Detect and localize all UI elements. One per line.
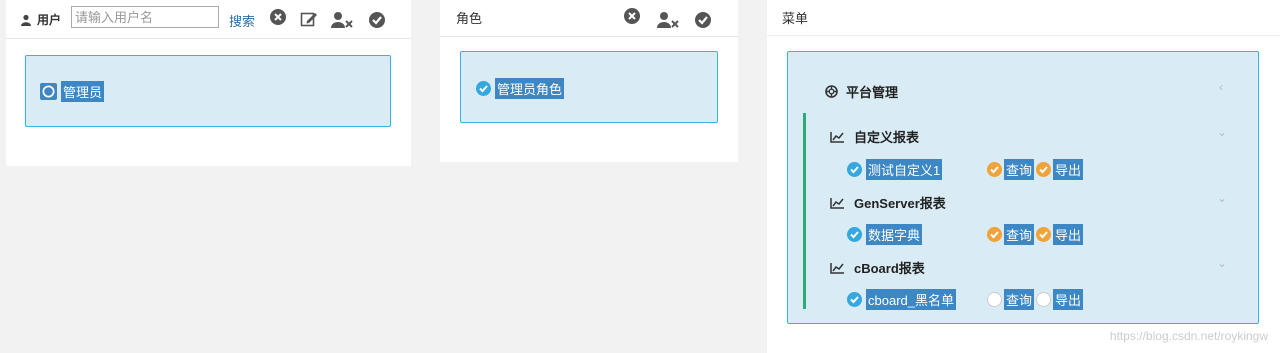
tree-group[interactable]: 自定义报表 xyxy=(830,127,919,146)
permission-group: 查询 导出 xyxy=(987,159,1084,180)
role-panel-title: 角色 xyxy=(456,11,483,26)
radio-selected-icon[interactable] xyxy=(40,83,57,100)
user-name: 管理员 xyxy=(61,81,105,102)
user-item[interactable]: 管理员 xyxy=(40,81,105,102)
chevron-left-icon[interactable]: ‹ xyxy=(1219,80,1223,94)
check-icon[interactable] xyxy=(476,81,491,96)
menu-panel-title: 菜单 xyxy=(782,11,809,26)
menu-item-label: cboard_黑名单 xyxy=(866,289,956,310)
check-icon[interactable] xyxy=(1036,162,1052,177)
chevron-down-icon[interactable]: ⌄ xyxy=(1217,191,1227,205)
tree-connector-line xyxy=(803,113,806,309)
menu-item[interactable]: cboard_黑名单 xyxy=(847,289,956,310)
delete-user-icon[interactable] xyxy=(657,11,679,29)
permission-label: 查询 xyxy=(1004,159,1035,180)
menu-item[interactable]: 数据字典 xyxy=(847,224,923,245)
lifebuoy-icon xyxy=(825,85,838,98)
tree-root-label: 平台管理 xyxy=(846,85,899,100)
confirm-icon[interactable] xyxy=(368,11,386,29)
line-chart-icon xyxy=(830,197,844,209)
user-label-text: 用户 xyxy=(37,13,62,27)
permission-group: 查询 导出 xyxy=(987,289,1084,310)
unchecked-circle-icon[interactable] xyxy=(987,292,1002,307)
confirm-icon[interactable] xyxy=(694,11,712,29)
permission-label: 查询 xyxy=(1004,289,1035,310)
search-input[interactable] xyxy=(71,6,219,28)
delete-user-icon[interactable] xyxy=(331,11,353,29)
role-panel: 角色 管理员角色 xyxy=(440,0,738,162)
permission-label: 导出 xyxy=(1053,159,1084,180)
remove-icon[interactable] xyxy=(269,8,287,26)
remove-icon[interactable] xyxy=(623,7,641,25)
menu-tree-box: 平台管理 ‹ 自定义报表 ⌄ 测试自定义1 查询 导出 GenServer报表 … xyxy=(787,51,1259,324)
line-chart-icon xyxy=(830,131,844,143)
check-icon[interactable] xyxy=(987,162,1002,177)
role-name: 管理员角色 xyxy=(495,78,565,99)
permission-label: 查询 xyxy=(1004,224,1035,245)
check-icon[interactable] xyxy=(1036,227,1052,242)
check-icon[interactable] xyxy=(987,227,1002,242)
menu-item-label: 测试自定义1 xyxy=(866,159,943,180)
search-button[interactable]: 搜索 xyxy=(229,11,255,30)
role-panel-header: 角色 xyxy=(440,0,738,37)
menu-item[interactable]: 测试自定义1 xyxy=(847,159,943,180)
role-list-box: 管理员角色 xyxy=(460,51,718,123)
group-title: cBoard报表 xyxy=(854,261,925,276)
user-list-box: 管理员 xyxy=(25,55,391,127)
user-label: 用户 xyxy=(20,11,61,28)
menu-panel: 菜单 平台管理 ‹ 自定义报表 ⌄ 测试自定义1 查询 导出 GenServer… xyxy=(767,0,1280,353)
check-icon[interactable] xyxy=(847,162,862,177)
chevron-down-icon[interactable]: ⌄ xyxy=(1217,125,1227,139)
tree-root[interactable]: 平台管理 xyxy=(825,82,898,101)
permission-label: 导出 xyxy=(1053,289,1084,310)
check-icon[interactable] xyxy=(847,227,862,242)
tree-group[interactable]: cBoard报表 xyxy=(830,258,925,277)
tree-group[interactable]: GenServer报表 xyxy=(830,193,946,212)
role-item[interactable]: 管理员角色 xyxy=(476,78,565,99)
line-chart-icon xyxy=(830,262,844,274)
permission-label: 导出 xyxy=(1053,224,1084,245)
group-title: 自定义报表 xyxy=(854,130,920,145)
permission-group: 查询 导出 xyxy=(987,224,1084,245)
user-icon xyxy=(21,14,31,26)
user-panel-header: 用户 搜索 xyxy=(6,0,411,39)
user-panel: 用户 搜索 管理员 xyxy=(6,0,411,166)
chevron-down-icon[interactable]: ⌄ xyxy=(1217,256,1227,270)
watermark: https://blog.csdn.net/roykingw xyxy=(1109,329,1268,343)
unchecked-circle-icon[interactable] xyxy=(1036,292,1052,307)
edit-icon[interactable] xyxy=(300,10,318,28)
check-icon[interactable] xyxy=(847,292,862,307)
menu-panel-header: 菜单 xyxy=(767,0,1280,36)
group-title: GenServer报表 xyxy=(854,196,946,211)
menu-item-label: 数据字典 xyxy=(866,224,923,245)
